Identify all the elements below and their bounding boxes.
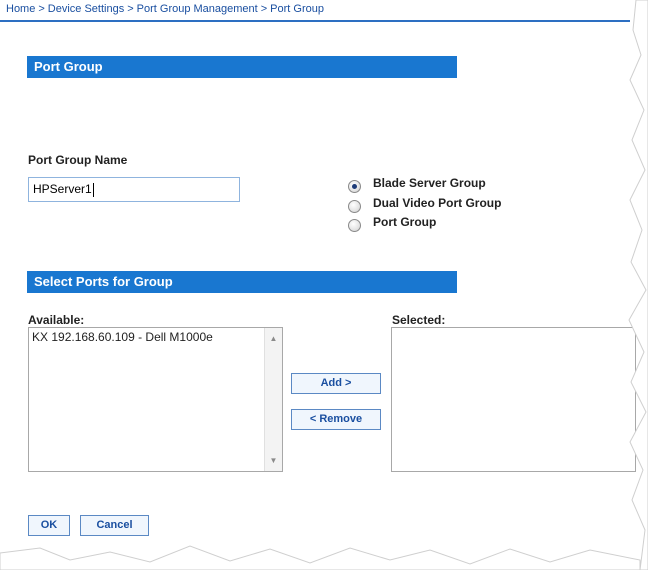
- radio-label-blade-server-group: Blade Server Group: [373, 176, 486, 190]
- add-port-button[interactable]: Add >: [291, 373, 381, 394]
- radio-option-blade-server-group[interactable]: Blade Server Group: [348, 173, 486, 193]
- radio-button-icon[interactable]: [348, 199, 361, 213]
- available-ports-list[interactable]: KX 192.168.60.109 - Dell M1000e ▲ ▼: [28, 327, 283, 472]
- scroll-down-arrow-icon[interactable]: ▼: [265, 452, 282, 469]
- ok-button[interactable]: OK: [28, 515, 70, 536]
- radio-label-dual-video-port-group: Dual Video Port Group: [373, 196, 502, 210]
- scroll-up-arrow-icon[interactable]: ▲: [265, 330, 282, 347]
- list-item[interactable]: KX 192.168.60.109 - Dell M1000e: [29, 328, 282, 346]
- breadcrumb-port-group-management-link[interactable]: Port Group Management: [137, 3, 258, 15]
- port-group-section-header: Port Group: [27, 56, 457, 78]
- cancel-button[interactable]: Cancel: [80, 515, 149, 536]
- radio-button-checked-icon[interactable]: [348, 179, 361, 193]
- breadcrumb-separator: >: [260, 3, 268, 15]
- port-group-name-input[interactable]: HPServer1: [28, 177, 240, 202]
- radio-label-port-group: Port Group: [373, 215, 437, 229]
- breadcrumb-separator: >: [38, 3, 45, 15]
- breadcrumb-home-link[interactable]: Home: [6, 3, 35, 15]
- selected-ports-list[interactable]: [391, 327, 636, 472]
- port-group-name-label: Port Group Name: [28, 153, 128, 167]
- radio-option-port-group[interactable]: Port Group: [348, 212, 436, 232]
- text-caret: [92, 182, 94, 197]
- breadcrumb-separator: >: [127, 3, 134, 15]
- breadcrumb: Home > Device Settings > Port Group Manageme…: [0, 0, 630, 22]
- radio-button-icon[interactable]: [348, 218, 361, 232]
- port-group-name-value: HPServer1: [33, 182, 92, 196]
- radio-option-dual-video-port-group[interactable]: Dual Video Port Group: [348, 193, 501, 213]
- selected-label: Selected:: [392, 313, 446, 327]
- breadcrumb-device-settings-link[interactable]: Device Settings: [48, 3, 124, 15]
- select-ports-section-header: Select Ports for Group: [27, 271, 457, 293]
- available-label: Available:: [28, 313, 85, 327]
- remove-port-button[interactable]: < Remove: [291, 409, 381, 430]
- available-list-scrollbar[interactable]: ▲ ▼: [264, 328, 282, 471]
- breadcrumb-current-page: Port Group: [270, 3, 324, 15]
